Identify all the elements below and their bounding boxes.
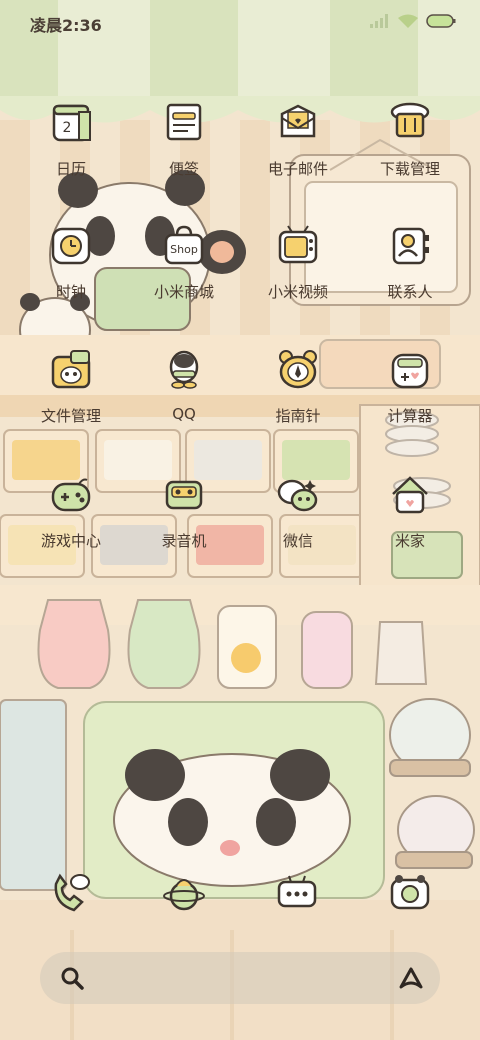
contacts-icon — [386, 221, 434, 269]
files-icon — [47, 345, 95, 393]
app-label: 录音机 — [161, 532, 207, 550]
app-clock[interactable]: 时钟 — [16, 221, 126, 302]
app-label: 指南针 — [275, 407, 321, 425]
app-game-center[interactable]: 游戏中心 — [16, 470, 126, 551]
browser-icon[interactable] — [160, 868, 208, 916]
phone-icon[interactable] — [46, 868, 94, 916]
app-notes[interactable]: 便签 — [129, 98, 239, 179]
calendar-icon: 2 — [47, 98, 95, 146]
email-icon — [274, 98, 322, 146]
app-contacts[interactable]: 联系人 — [355, 221, 465, 302]
camera-icon[interactable] — [386, 868, 434, 916]
app-label: 小米商城 — [153, 283, 214, 301]
app-label: 下载管理 — [379, 160, 440, 178]
game-icon — [47, 470, 95, 518]
app-label: 联系人 — [387, 283, 433, 301]
shop-icon: Shop — [160, 221, 208, 269]
status-bar: 凌晨2:36 — [0, 0, 480, 42]
wechat-icon — [274, 470, 322, 518]
clock-icon — [47, 221, 95, 269]
app-label: 游戏中心 — [40, 532, 101, 550]
app-files[interactable]: 文件管理 — [16, 345, 126, 426]
download-icon — [386, 98, 434, 146]
signal-icon — [370, 13, 390, 32]
messages-icon[interactable] — [273, 868, 321, 916]
app-label: 米家 — [394, 532, 425, 550]
app-calendar[interactable]: 2 日历 — [16, 98, 126, 179]
app-label: 小米视频 — [267, 283, 328, 301]
video-icon — [274, 221, 322, 269]
assistant-icon[interactable] — [398, 965, 424, 991]
qq-icon — [160, 345, 208, 393]
app-video[interactable]: 小米视频 — [243, 221, 353, 302]
status-time: 凌晨2:36 — [30, 16, 102, 35]
app-mihome[interactable]: 米家 — [355, 470, 465, 551]
calendar-day: 2 — [63, 120, 72, 136]
app-wechat[interactable]: 微信 — [243, 470, 353, 551]
app-label: 电子邮件 — [267, 160, 328, 178]
mihome-icon — [386, 470, 434, 518]
app-compass[interactable]: 指南针 — [243, 345, 353, 426]
battery-icon — [426, 13, 456, 32]
app-label: 便签 — [168, 160, 199, 178]
app-label: 日历 — [55, 160, 86, 178]
app-download[interactable]: 下载管理 — [355, 98, 465, 179]
app-label: 时钟 — [55, 283, 86, 301]
app-label: 文件管理 — [40, 407, 101, 425]
app-label: 计算器 — [387, 407, 433, 425]
app-label: QQ — [172, 405, 196, 423]
compass-icon — [274, 345, 322, 393]
app-label: 微信 — [282, 532, 313, 550]
app-shop[interactable]: Shop 小米商城 — [129, 221, 239, 302]
app-email[interactable]: 电子邮件 — [243, 98, 353, 179]
calculator-icon — [386, 345, 434, 393]
search-bar[interactable] — [40, 952, 440, 1004]
wifi-icon — [398, 13, 418, 32]
app-qq[interactable]: QQ — [129, 345, 239, 423]
app-calculator[interactable]: 计算器 — [355, 345, 465, 426]
recorder-icon — [160, 470, 208, 518]
app-recorder[interactable]: 录音机 — [129, 470, 239, 551]
search-icon[interactable] — [58, 964, 86, 992]
notes-icon — [160, 98, 208, 146]
shop-badge: Shop — [170, 243, 198, 256]
